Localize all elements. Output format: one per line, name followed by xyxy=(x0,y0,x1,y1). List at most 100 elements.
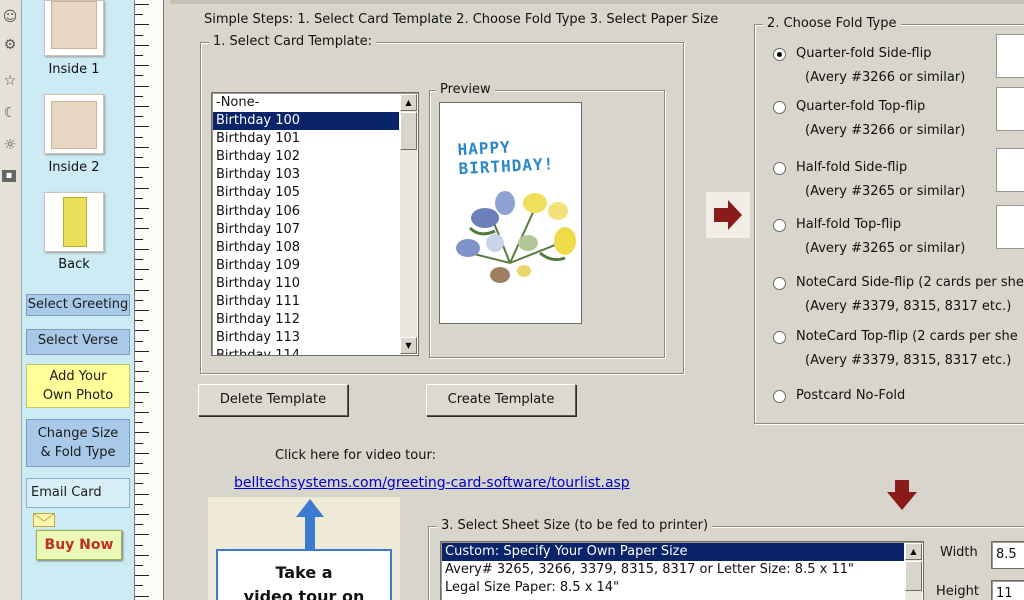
fold-option-label[interactable]: Half-fold Side-flip xyxy=(796,160,907,175)
template-list-item[interactable]: Birthday 108 xyxy=(213,239,399,257)
sheet-size-list-item[interactable]: Legal Size Paper: 8.5 x 14" xyxy=(442,579,904,597)
select-verse-button[interactable]: Select Verse xyxy=(26,329,130,355)
template-scrollbar[interactable]: ▲ ▼ xyxy=(400,94,417,354)
template-list-item[interactable]: Birthday 109 xyxy=(213,257,399,275)
buy-now-button[interactable]: Buy Now xyxy=(36,530,122,560)
height-field[interactable]: 11 xyxy=(991,580,1024,600)
fold-option-sub: (Avery #3266 or similar) xyxy=(805,70,966,85)
ruler-tick xyxy=(135,503,143,505)
video-tour-link[interactable]: belltechsystems.com/greeting-card-softwa… xyxy=(234,475,630,491)
arrow-right-icon xyxy=(714,200,742,230)
inside-1-thumbnail[interactable] xyxy=(44,0,104,56)
ruler-tick xyxy=(135,350,149,352)
select-greeting-button[interactable]: Select Greeting xyxy=(26,294,130,316)
ruler-tick xyxy=(135,554,149,556)
template-list-item[interactable]: -None- xyxy=(213,94,399,112)
template-list-item[interactable]: Birthday 103 xyxy=(213,166,399,184)
fold-radio[interactable] xyxy=(773,390,786,403)
video-tour-box[interactable]: Take a video tour on xyxy=(216,549,392,600)
ruler-tick xyxy=(135,544,143,546)
flower-bouquet-image xyxy=(456,191,576,283)
add-photo-button[interactable]: Add Your Own Photo xyxy=(26,364,130,408)
sheet-size-list-item[interactable]: Avery# 3265, 3266, 3379, 8315, 8317 or L… xyxy=(442,561,904,579)
ruler-tick xyxy=(135,585,143,587)
scroll-thumb[interactable] xyxy=(400,112,417,150)
sheet-scroll-thumb[interactable] xyxy=(905,561,922,591)
sheet-size-listbox[interactable]: Custom: Specify Your Own Paper Size Avery… xyxy=(440,541,924,600)
smile-icon[interactable]: ☺ xyxy=(2,8,18,26)
fold-option-label[interactable]: NoteCard Top-flip (2 cards per she xyxy=(796,329,1018,344)
gear-icon[interactable]: ⚙ xyxy=(2,36,18,54)
ruler-tick xyxy=(135,361,143,362)
delete-template-button[interactable]: Delete Template xyxy=(198,384,348,416)
fold-option-label[interactable]: Half-fold Top-flip xyxy=(796,217,901,232)
template-list-item[interactable]: Birthday 101 xyxy=(213,130,399,148)
fold-option-sub: (Avery #3265 or similar) xyxy=(805,184,966,199)
ruler-tick xyxy=(135,85,149,87)
ruler-tick xyxy=(135,575,149,577)
ruler-tick xyxy=(135,126,149,128)
fold-radio[interactable] xyxy=(773,277,786,290)
ruler-tick xyxy=(135,228,149,230)
template-listbox[interactable]: -None- Birthday 100 Birthday 101 Birthday 1… xyxy=(211,92,419,356)
template-list-item[interactable]: Birthday 102 xyxy=(213,148,399,166)
ruler-tick xyxy=(135,473,149,475)
fold-option-label[interactable]: Postcard No-Fold xyxy=(796,388,905,403)
ruler-tick xyxy=(135,4,149,5)
video-tour-panel[interactable]: Take a video tour on xyxy=(208,497,400,600)
fold-option-label[interactable]: Quarter-fold Side-flip xyxy=(796,46,931,61)
ruler-tick xyxy=(135,34,143,36)
ruler-tick xyxy=(135,422,143,424)
template-list-item[interactable]: Birthday 110 xyxy=(213,275,399,293)
change-size-button[interactable]: Change Size & Fold Type xyxy=(26,419,130,467)
fold-option-label[interactable]: NoteCard Side-flip (2 cards per she xyxy=(796,275,1024,290)
sun-icon[interactable]: ☼ xyxy=(2,136,18,154)
inside-2-thumbnail[interactable] xyxy=(44,94,104,154)
ruler-tick xyxy=(135,197,143,199)
create-template-button[interactable]: Create Template xyxy=(426,384,576,416)
fold-preview-thumbnail xyxy=(996,148,1024,192)
top-border xyxy=(170,0,1024,4)
photo-tool-icon[interactable]: ▪ xyxy=(2,170,16,182)
ruler-tick xyxy=(135,177,143,179)
fold-option-label[interactable]: Quarter-fold Top-flip xyxy=(796,99,925,114)
template-list-item[interactable]: Birthday 112 xyxy=(213,311,399,329)
template-group-legend: 1. Select Card Template: xyxy=(209,34,377,49)
sheet-size-list-item[interactable]: Custom: Specify Your Own Paper Size xyxy=(442,543,904,562)
star-icon[interactable]: ☆ xyxy=(2,72,18,90)
email-card-button[interactable]: Email Card xyxy=(26,478,130,527)
sheet-scrollbar[interactable]: ▲ xyxy=(905,543,922,600)
inside-1-label: Inside 1 xyxy=(48,62,100,77)
width-label: Width xyxy=(940,545,978,560)
page-sidebar: Inside 1 Inside 2 Back Select Greeting S… xyxy=(22,0,142,600)
template-list-item[interactable]: Birthday 113 xyxy=(213,329,399,347)
moon-icon[interactable]: ☾ xyxy=(2,104,18,122)
ruler-tick xyxy=(135,493,149,495)
ruler-tick xyxy=(135,44,149,46)
width-field[interactable]: 8.5 xyxy=(991,541,1024,569)
template-list-item[interactable]: Birthday 106 xyxy=(213,203,399,221)
ruler-tick xyxy=(135,259,143,260)
ruler-tick xyxy=(135,208,149,209)
height-label: Height xyxy=(936,584,979,599)
ruler-tick xyxy=(135,412,149,413)
fold-radio[interactable] xyxy=(773,48,786,61)
fold-option-sub: (Avery #3266 or similar) xyxy=(805,123,966,138)
fold-radio[interactable] xyxy=(773,162,786,175)
inside-2-label: Inside 2 xyxy=(48,160,100,175)
change-size-line2: & Fold Type xyxy=(40,445,116,460)
ruler-tick xyxy=(135,289,149,291)
template-list-item[interactable]: Birthday 114 xyxy=(213,347,399,355)
scroll-up-button[interactable]: ▲ xyxy=(400,94,417,111)
fold-radio[interactable] xyxy=(773,331,786,344)
template-list-item[interactable]: Birthday 111 xyxy=(213,293,399,311)
template-list-item[interactable]: Birthday 107 xyxy=(213,221,399,239)
fold-radio[interactable] xyxy=(773,219,786,232)
scroll-down-button[interactable]: ▼ xyxy=(400,337,417,354)
fold-radio[interactable] xyxy=(773,101,786,114)
back-thumbnail[interactable] xyxy=(44,192,104,252)
template-list-item[interactable]: Birthday 100 xyxy=(213,112,399,131)
template-list-item[interactable]: Birthday 105 xyxy=(213,184,399,202)
sheet-scroll-up-button[interactable]: ▲ xyxy=(905,543,922,560)
ruler-tick xyxy=(135,391,149,393)
